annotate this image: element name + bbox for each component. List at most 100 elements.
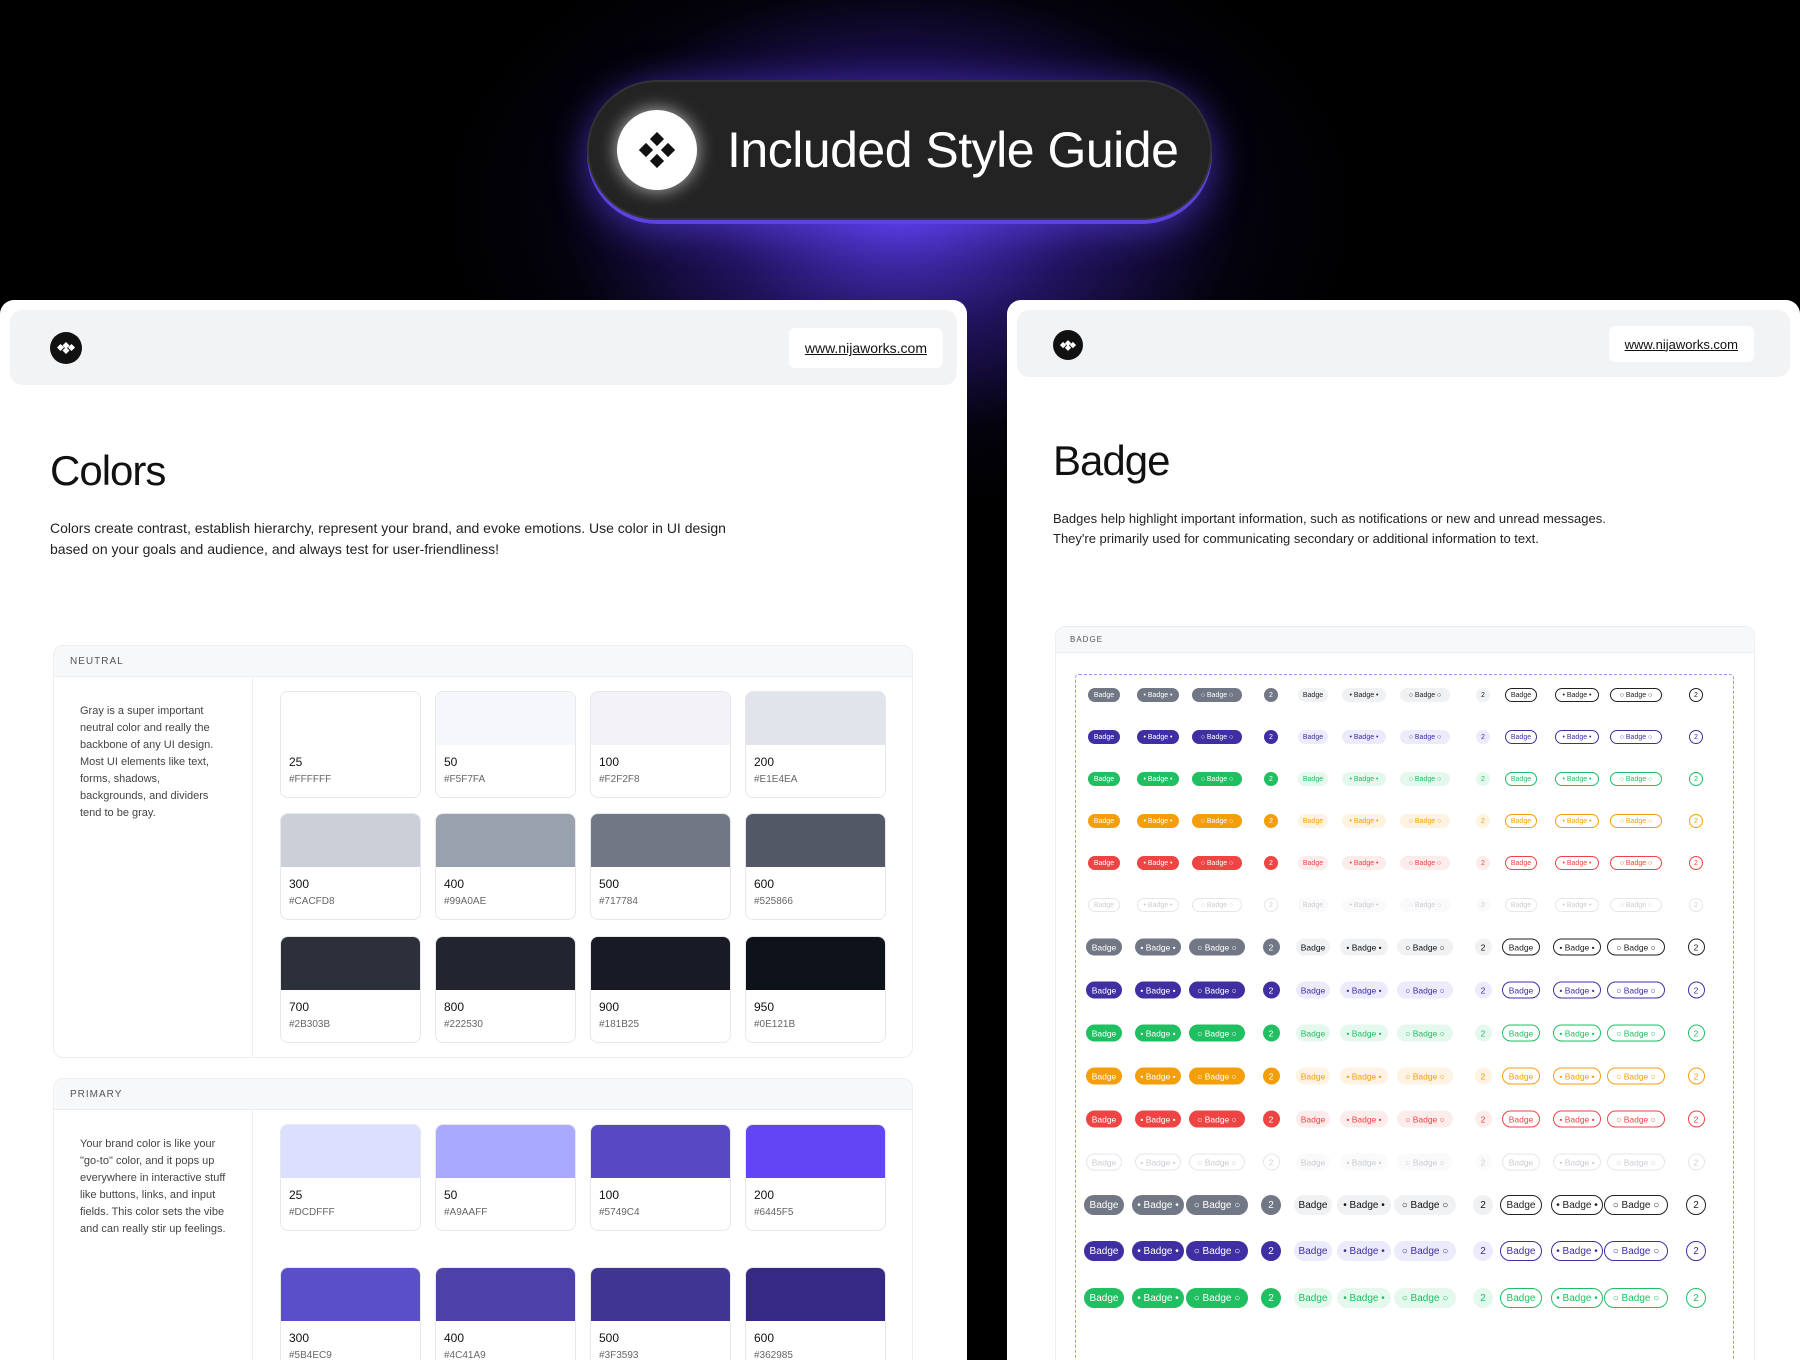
badge: Badge <box>1502 1153 1540 1171</box>
badge: ○ Badge ○ <box>1604 1288 1668 1308</box>
swatch-hex: #525866 <box>754 896 793 908</box>
swatch-shade: 50 <box>444 1188 458 1202</box>
badge-count: 2 <box>1262 1067 1280 1085</box>
badge: Badge <box>1296 981 1330 999</box>
badge: ○ Badge ○ <box>1189 938 1245 956</box>
badge: • Badge • <box>1551 1195 1603 1215</box>
badge-card: www.nijaworks.com Badge Badges help high… <box>1007 300 1800 1360</box>
badge: ○ Badge ○ <box>1192 856 1242 870</box>
badge-count: 2 <box>1476 688 1490 702</box>
badge-count: 2 <box>1473 1241 1493 1261</box>
badge-count: 2 <box>1474 1153 1492 1171</box>
color-swatch: 800 #222530 <box>435 935 576 1043</box>
badge: ○ Badge ○ <box>1604 1195 1668 1215</box>
swatch-grid: 25 #DCDFFF 50 #A9AAFF 100 #5749C4 200 #6445F5 30… <box>253 1110 912 1360</box>
badge-row-green: Badge • Badge • ○ Badge ○ 2 Badge • Badge • ○ … <box>1076 1288 1735 1308</box>
description-line-1: Colors create contrast, establish hierar… <box>50 520 726 536</box>
swatch-shade: 500 <box>599 1331 620 1345</box>
badge-count: 2 <box>1474 938 1492 956</box>
badge-count: 2 <box>1689 814 1703 828</box>
badge-count: 2 <box>1262 1110 1280 1128</box>
badge: Badge <box>1086 1067 1122 1085</box>
badge-count: 2 <box>1261 1288 1281 1308</box>
badge: • Badge • <box>1553 1110 1601 1128</box>
badge: • Badge • <box>1555 772 1599 786</box>
badge: Badge <box>1084 1241 1124 1261</box>
badge: • Badge • <box>1551 1241 1603 1261</box>
swatch-hex: #362985 <box>754 1350 793 1360</box>
swatch-color <box>436 692 575 745</box>
swatch-color <box>746 692 885 745</box>
badge: • Badge • <box>1135 1153 1181 1171</box>
hero-title: Included Style Guide <box>727 122 1179 178</box>
badge: ○ Badge ○ <box>1397 938 1453 956</box>
badge: • Badge • <box>1553 1153 1601 1171</box>
badge: ○ Badge ○ <box>1607 1067 1665 1085</box>
swatch-shade: 600 <box>754 877 775 892</box>
swatch-hex: #F2F2F8 <box>599 774 640 785</box>
badge-row-orange: Badge • Badge • ○ Badge ○ 2 Badge • Badge • ○ … <box>1076 811 1735 831</box>
badge: • Badge • <box>1342 772 1386 786</box>
badge-row-orange: Badge • Badge • ○ Badge ○ 2 Badge • Badge • ○ … <box>1076 1066 1735 1086</box>
swatch-hex: #F5F7FA <box>444 774 486 785</box>
badge: • Badge • <box>1137 814 1179 828</box>
badge: Badge <box>1086 981 1122 999</box>
badge: ○ Badge ○ <box>1604 1241 1668 1261</box>
swatch-shade: 950 <box>754 999 775 1014</box>
color-swatch: 400 #99A0AE <box>435 813 576 921</box>
color-swatch: 900 #181B25 <box>590 935 731 1043</box>
color-swatch: 50 #F5F7FA <box>435 691 576 798</box>
color-swatch: 25 #FFFFFF <box>280 691 421 798</box>
badge: ○ Badge ○ <box>1610 772 1662 786</box>
badge: • Badge • <box>1551 1288 1603 1308</box>
badge: Badge <box>1298 898 1328 912</box>
badge: ○ Badge ○ <box>1610 688 1662 702</box>
badge-row-disabled: Badge • Badge • ○ Badge ○ 2 Badge • Badge • ○ … <box>1076 1152 1735 1172</box>
color-swatch: 400 #4C41A9 <box>435 1267 576 1360</box>
swatch-hex: #FFFFFF <box>289 774 332 785</box>
badge: ○ Badge ○ <box>1400 856 1450 870</box>
badge: ○ Badge ○ <box>1186 1241 1248 1261</box>
badge-count: 2 <box>1474 981 1492 999</box>
badge: • Badge • <box>1132 1241 1184 1261</box>
swatch-hex: #4C41A9 <box>444 1350 486 1360</box>
swatch-shade: 25 <box>289 1188 303 1202</box>
badge: • Badge • <box>1135 938 1181 956</box>
badge-count: 2 <box>1262 981 1280 999</box>
badge: ○ Badge ○ <box>1189 1067 1245 1085</box>
swatch-color <box>746 1268 885 1321</box>
swatch-color <box>281 1125 420 1178</box>
swatch-shade: 900 <box>599 999 620 1014</box>
badge: • Badge • <box>1135 1024 1181 1042</box>
badge: Badge <box>1298 730 1328 744</box>
badge: ○ Badge ○ <box>1397 1110 1453 1128</box>
swatch-color <box>591 692 730 745</box>
colors-card: www.nijaworks.com Colors Colors create c… <box>0 300 967 1360</box>
swatch-hex: #99A0AE <box>444 896 487 908</box>
badge-row-purple: Badge • Badge • ○ Badge ○ 2 Badge • Badge • ○ … <box>1076 1241 1735 1261</box>
badge-row-gray: Badge • Badge • ○ Badge ○ 2 Badge • Badge • ○ … <box>1076 1195 1735 1215</box>
swatch-hex: #222530 <box>444 1018 483 1030</box>
swatch-shade: 25 <box>289 755 303 769</box>
badge-count: 2 <box>1264 688 1278 702</box>
badge: Badge <box>1502 981 1540 999</box>
badge: • Badge • <box>1553 981 1601 999</box>
badge-count: 2 <box>1264 814 1278 828</box>
badge: Badge <box>1502 1024 1540 1042</box>
website-link[interactable]: www.nijaworks.com <box>1608 326 1754 362</box>
badge: • Badge • <box>1555 814 1599 828</box>
color-swatch: 700 #2B303B <box>280 935 421 1043</box>
badge: • Badge • <box>1555 688 1599 702</box>
card-header: www.nijaworks.com <box>1017 310 1790 377</box>
badge: Badge <box>1086 1110 1122 1128</box>
website-link[interactable]: www.nijaworks.com <box>788 328 943 368</box>
badge: ○ Badge ○ <box>1189 1024 1245 1042</box>
color-swatch: 600 #525866 <box>745 813 886 921</box>
badge: Badge <box>1505 856 1537 870</box>
swatch-shade: 600 <box>754 1331 775 1345</box>
swatch-shade: 500 <box>599 877 620 892</box>
color-swatch: 300 #5B4EC9 <box>280 1267 421 1360</box>
color-swatch: 950 #0E121B <box>745 935 886 1043</box>
badge-row-disabled: Badge • Badge • ○ Badge ○ 2 Badge • Badge • ○ … <box>1076 895 1735 915</box>
badge: Badge <box>1084 1288 1124 1308</box>
